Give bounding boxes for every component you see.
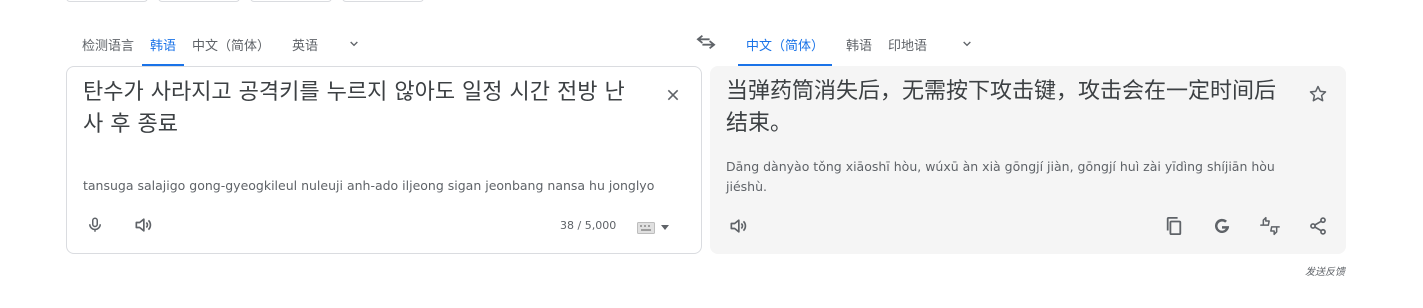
- listen-source-button[interactable]: [127, 209, 159, 241]
- rate-translation-button[interactable]: [1254, 210, 1286, 242]
- tab-target-hindi[interactable]: 印地语: [880, 24, 935, 64]
- google-g-icon: [1214, 218, 1230, 233]
- target-romanization: Dāng dànyào tǒng xiāoshī hòu, wúxū àn xi…: [726, 159, 1275, 194]
- swap-languages-button[interactable]: [694, 32, 718, 52]
- top-stub: [342, 0, 424, 2]
- tab-chinese-simplified[interactable]: 中文（简体）: [184, 24, 278, 64]
- google-search-button[interactable]: [1206, 210, 1238, 242]
- save-translation-button[interactable]: [1302, 78, 1334, 110]
- chevron-down-icon: [963, 41, 971, 47]
- tab-target-korean[interactable]: 韩语: [838, 24, 880, 64]
- source-language-bar: 检测语言 韩语 中文（简体） 英语: [74, 22, 372, 66]
- source-panel: 탄수가 사라지고 공격키를 누르지 않아도 일정 시간 전방 난사 후 종료 t…: [66, 66, 702, 254]
- speaker-icon: [730, 219, 747, 233]
- share-icon: [1310, 217, 1326, 235]
- caret-down-icon: [661, 225, 669, 230]
- copy-translation-button[interactable]: [1158, 210, 1190, 242]
- tab-target-chinese-simplified[interactable]: 中文（简体）: [738, 24, 833, 66]
- top-stub: [66, 0, 148, 2]
- tab-korean[interactable]: 韩语: [142, 24, 185, 66]
- listen-translation-button[interactable]: [722, 210, 754, 242]
- copy-icon: [1166, 217, 1182, 235]
- character-count: 38 / 5,000: [560, 219, 617, 232]
- send-feedback-link[interactable]: 发送反馈: [1305, 263, 1345, 278]
- tab-detect-language[interactable]: 检测语言: [74, 24, 142, 64]
- close-icon: [667, 89, 679, 101]
- clear-source-button[interactable]: [657, 79, 689, 111]
- more-target-languages-button[interactable]: [949, 26, 985, 62]
- source-text-input[interactable]: 탄수가 사라지고 공격키를 누르지 않아도 일정 시간 전방 난사 후 종료: [83, 77, 643, 141]
- top-stub: [250, 0, 332, 2]
- top-stub: [158, 0, 240, 2]
- translation-output: 当弹药筒消失后，无需按下攻击键，攻击会在一定时间后结束。: [726, 79, 1277, 136]
- tab-english[interactable]: 英语: [284, 24, 326, 64]
- share-translation-button[interactable]: [1302, 210, 1334, 242]
- more-source-languages-button[interactable]: [336, 26, 372, 62]
- keyboard-icon: [637, 222, 655, 234]
- target-panel: 当弹药筒消失后，无需按下攻击键，攻击会在一定时间后结束。 Dāng dànyào…: [710, 66, 1346, 254]
- voice-input-button[interactable]: [79, 209, 111, 241]
- star-icon: [1309, 85, 1327, 102]
- microphone-icon: [89, 217, 101, 232]
- top-button-stubs: [66, 0, 424, 2]
- target-language-bar: 中文（简体） 韩语 印地语: [738, 22, 985, 66]
- thumbs-up-down-icon: [1260, 216, 1280, 236]
- swap-icon: [696, 34, 716, 50]
- chevron-down-icon: [350, 41, 358, 47]
- speaker-icon: [135, 218, 152, 232]
- input-tools-button[interactable]: [637, 222, 669, 234]
- source-romanization: tansuga salajigo gong-gyeogkileul nuleuj…: [83, 178, 655, 193]
